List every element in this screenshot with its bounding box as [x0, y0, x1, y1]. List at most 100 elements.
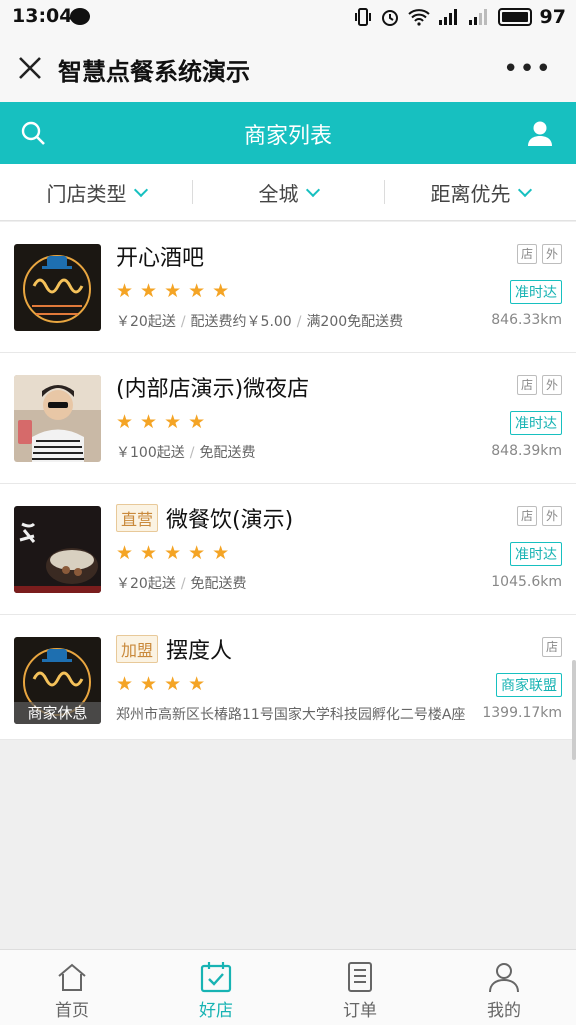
min-order: ￥20起送	[116, 314, 176, 330]
tab-stores[interactable]: 好店	[144, 950, 288, 1025]
tab-label: 订单	[343, 1001, 377, 1021]
dine-in-badge: 店	[517, 244, 537, 264]
merchant-item[interactable]: 直营 微餐饮(演示) ★★★★★ ￥20起送 / 免配送费 店 外 准时达 1045.…	[0, 484, 576, 615]
filter-label: 门店类型	[46, 181, 127, 206]
filter-store-type[interactable]: 门店类型	[0, 164, 192, 220]
merchant-item[interactable]: 商家休息 加盟 摆度人 ★★★★ 郑州市高新区长椿路11号国家大学科技园孵化二号楼…	[0, 615, 576, 740]
store-calendar-icon	[200, 962, 232, 993]
merchant-name-text: (内部店演示)微夜店	[116, 377, 310, 402]
dine-in-badge: 店	[542, 637, 562, 657]
chevron-down-icon	[517, 182, 532, 197]
dine-in-badge: 店	[517, 506, 537, 526]
separator: /	[180, 576, 186, 592]
distance: 1399.17km	[482, 705, 562, 721]
status-time: 13:04	[12, 5, 73, 27]
battery-icon	[497, 8, 532, 26]
merchant-item[interactable]: 开心酒吧 ★★★★★ ￥20起送 / 配送费约￥5.00/满200免配送费 店 外 …	[0, 222, 576, 353]
direct-store-tag: 直营	[116, 504, 159, 532]
merchant-thumbnail	[14, 506, 101, 593]
battery-percent: 97	[539, 6, 566, 28]
tab-orders[interactable]: 订单	[288, 950, 432, 1025]
filter-city[interactable]: 全城	[192, 164, 384, 220]
merchant-thumbnail: 商家休息	[14, 637, 101, 724]
close-icon[interactable]	[16, 54, 44, 82]
separator: /	[296, 314, 302, 330]
merchant-list: 开心酒吧 ★★★★★ ￥20起送 / 配送费约￥5.00/满200免配送费 店 外 …	[0, 222, 576, 740]
status-badge: 准时达	[510, 280, 562, 304]
alarm-icon	[381, 10, 398, 26]
tab-label: 好店	[199, 1001, 233, 1021]
page-title: 智慧点餐系统演示	[58, 58, 250, 86]
merchant-item[interactable]: (内部店演示)微夜店 ★★★★ ￥100起送 / 免配送费 店 外 准时达 848.…	[0, 353, 576, 484]
status-icons: 97	[354, 6, 566, 28]
rating-stars: ★★★★★	[116, 280, 237, 302]
tab-profile[interactable]: 我的	[432, 950, 576, 1025]
takeout-badge: 外	[542, 244, 562, 264]
chat-notification-icon	[70, 8, 90, 25]
merchant-name-text: 摆度人	[166, 639, 233, 664]
rating-stars: ★★★★	[116, 673, 213, 695]
min-order: ￥100起送	[116, 445, 185, 461]
status-badge: 准时达	[510, 411, 562, 435]
separator: /	[180, 314, 186, 330]
merchant-thumbnail	[14, 244, 101, 331]
signal-4g-icon	[468, 9, 487, 25]
status-bar: 13:04 97	[0, 0, 576, 34]
status-badge: 商家联盟	[496, 673, 562, 697]
vibrate-icon	[354, 8, 371, 26]
signal-icon	[438, 9, 457, 25]
chevron-down-icon	[133, 182, 148, 197]
merchant-thumbnail	[14, 375, 101, 462]
bottom-tab-bar: 首页 好店 订单 我的	[0, 949, 576, 1025]
rating-stars: ★★★★★	[116, 542, 237, 564]
distance: 1045.6km	[491, 574, 562, 590]
closed-overlay: 商家休息	[14, 702, 101, 724]
distance: 846.33km	[491, 312, 562, 328]
merchant-name: 直营 微餐饮(演示)	[116, 502, 293, 534]
profile-icon	[489, 963, 519, 993]
takeout-badge: 外	[542, 375, 562, 395]
service-badges: 店 外	[517, 506, 562, 526]
rating-stars: ★★★★	[116, 411, 213, 433]
more-menu-button[interactable]: •••	[503, 54, 552, 84]
filter-label: 距离优先	[430, 181, 511, 206]
merchant-name: 开心酒吧	[116, 240, 204, 272]
min-order: ￥20起送	[116, 576, 176, 592]
merchant-name-text: 开心酒吧	[116, 246, 205, 271]
tab-label: 我的	[487, 1001, 521, 1021]
delivery-info: ￥20起送 / 配送费约￥5.00/满200免配送费	[116, 311, 403, 331]
delivery-fee: 配送费约￥5.00	[190, 314, 292, 330]
filter-bar: 门店类型 全城 距离优先	[0, 164, 576, 221]
delivery-info: ￥100起送 / 免配送费	[116, 442, 255, 462]
delivery-fee: 免配送费	[190, 576, 247, 592]
chevron-down-icon	[305, 182, 320, 197]
service-badges: 店	[542, 637, 562, 657]
distance: 848.39km	[491, 443, 562, 459]
tab-home[interactable]: 首页	[0, 950, 144, 1025]
separator: /	[189, 445, 195, 461]
takeout-badge: 外	[542, 506, 562, 526]
delivery-info: ￥20起送 / 免配送费	[116, 573, 247, 593]
home-icon	[58, 963, 86, 991]
user-icon[interactable]	[526, 119, 554, 147]
filter-label: 全城	[258, 181, 299, 206]
address: 郑州市高新区长椿路11号国家大学科技园孵化二号楼A座	[116, 707, 466, 723]
scrollbar[interactable]	[572, 660, 576, 760]
title-bar: 智慧点餐系统演示 •••	[0, 34, 576, 102]
header-bar: 商家列表	[0, 102, 576, 164]
franchise-tag: 加盟	[116, 635, 159, 663]
dine-in-badge: 店	[517, 375, 537, 395]
order-icon	[348, 962, 372, 992]
status-badge: 准时达	[510, 542, 562, 566]
service-badges: 店 外	[517, 244, 562, 264]
delivery-fee: 免配送费	[199, 445, 256, 461]
merchant-name-text: 微餐饮(演示)	[166, 508, 294, 533]
promo-text: 满200免配送费	[306, 314, 404, 330]
service-badges: 店 外	[517, 375, 562, 395]
merchant-name: (内部店演示)微夜店	[116, 371, 309, 403]
merchant-name: 加盟 摆度人	[116, 633, 232, 665]
header-title: 商家列表	[243, 124, 332, 149]
wifi-icon	[407, 9, 430, 26]
filter-sort[interactable]: 距离优先	[384, 164, 576, 220]
tab-label: 首页	[55, 1001, 89, 1021]
